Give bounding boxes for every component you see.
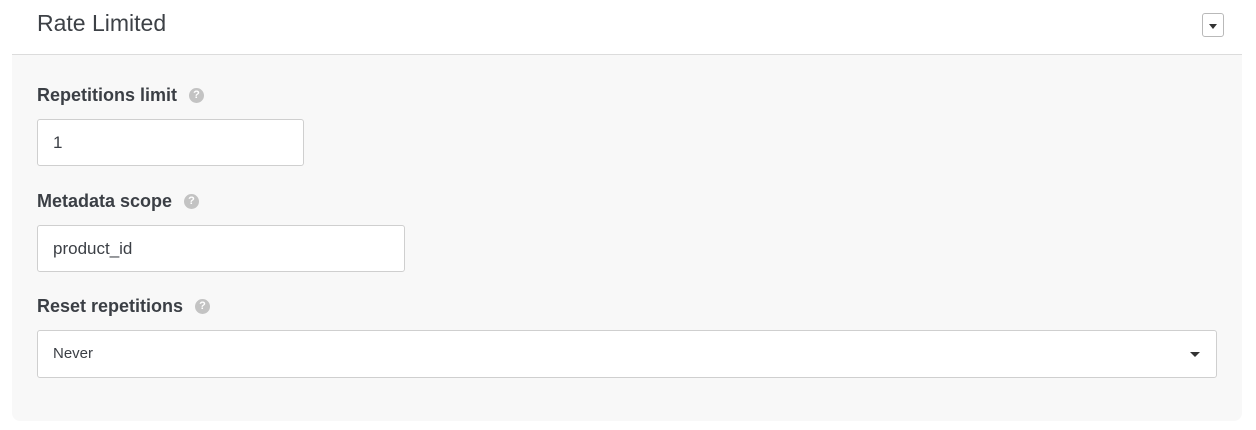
- metadata-scope-label: Metadata scope ?: [37, 191, 200, 212]
- panel-header: Rate Limited: [12, 0, 1242, 55]
- reset-repetitions-select[interactable]: Never: [37, 330, 1217, 378]
- reset-repetitions-label-text: Reset repetitions: [37, 296, 184, 316]
- repetitions-limit-label: Repetitions limit ?: [37, 85, 205, 106]
- panel-title: Rate Limited: [37, 10, 167, 36]
- question-circle-icon[interactable]: ?: [184, 194, 200, 209]
- collapse-button[interactable]: [1202, 13, 1224, 37]
- metadata-scope-input[interactable]: [37, 225, 405, 272]
- metadata-scope-label-text: Metadata scope: [37, 191, 173, 211]
- chevron-down-icon: [1190, 352, 1200, 357]
- question-circle-icon[interactable]: ?: [189, 88, 205, 103]
- repetitions-limit-label-text: Repetitions limit: [37, 85, 178, 105]
- reset-repetitions-label: Reset repetitions ?: [37, 296, 211, 317]
- reset-repetitions-selected-value: Never: [53, 345, 94, 362]
- repetitions-limit-input[interactable]: [37, 119, 304, 166]
- rate-limited-panel: Rate Limited Repetitions limit ? Metadat…: [12, 0, 1242, 421]
- caret-down-icon: [1209, 24, 1217, 29]
- question-circle-icon[interactable]: ?: [195, 299, 211, 314]
